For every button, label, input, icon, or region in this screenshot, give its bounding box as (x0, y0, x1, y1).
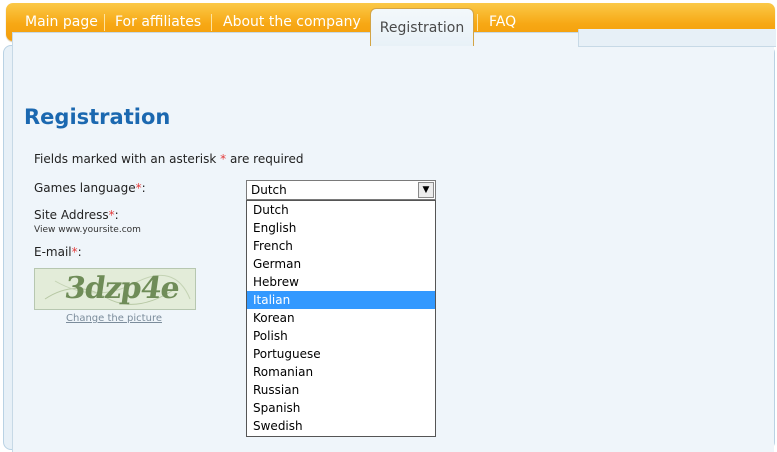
required-note-suffix: are required (229, 152, 304, 166)
panel-tab-strip (578, 29, 776, 47)
dropdown-option-highlighted[interactable]: Italian (247, 291, 435, 309)
change-picture-link[interactable]: Change the picture (66, 313, 162, 324)
required-note-prefix: Fields marked with an asterisk (34, 152, 217, 166)
label-colon: : (77, 245, 82, 259)
captcha-image: 3dzp4e (34, 268, 196, 310)
dropdown-option[interactable]: Russian (247, 381, 435, 399)
site-address-label: Site Address*: (34, 208, 119, 222)
required-fields-note: Fields marked with an asterisk * are req… (34, 152, 303, 166)
site-address-hint: View www.yoursite.com (34, 225, 141, 235)
dropdown-option[interactable]: Polish (247, 327, 435, 345)
email-label: E-mail*: (34, 245, 82, 259)
email-label-text: E-mail (34, 245, 72, 259)
dropdown-option[interactable]: Romanian (247, 363, 435, 381)
dropdown-option[interactable]: Spanish (247, 399, 435, 417)
nav-separator (477, 14, 478, 31)
dropdown-option[interactable]: French (247, 237, 435, 255)
games-language-select[interactable]: Dutch ▼ (246, 180, 436, 200)
language-dropdown-list: Dutch English French German Hebrew Itali… (246, 200, 436, 437)
label-colon: : (141, 181, 146, 195)
nav-registration-active[interactable]: Registration (370, 8, 474, 46)
page-title: Registration (24, 105, 171, 129)
dropdown-option[interactable]: Korean (247, 309, 435, 327)
dropdown-option[interactable]: Portuguese (247, 345, 435, 363)
nav-separator (104, 14, 105, 31)
dropdown-option[interactable]: Swedish (247, 417, 435, 435)
nav-separator (211, 14, 212, 31)
dropdown-option[interactable]: Dutch (247, 201, 435, 219)
required-asterisk: * (220, 152, 227, 166)
select-current-value: Dutch (251, 183, 287, 197)
label-colon: : (114, 208, 119, 222)
chevron-down-icon[interactable]: ▼ (418, 182, 434, 198)
dropdown-option[interactable]: German (247, 255, 435, 273)
games-language-label: Games language*: (34, 181, 146, 195)
dropdown-option[interactable]: Hebrew (247, 273, 435, 291)
captcha-text: 3dzp4e (62, 271, 182, 306)
site-address-label-text: Site Address (34, 208, 109, 222)
dropdown-option[interactable]: English (247, 219, 435, 237)
games-language-label-text: Games language (34, 181, 136, 195)
